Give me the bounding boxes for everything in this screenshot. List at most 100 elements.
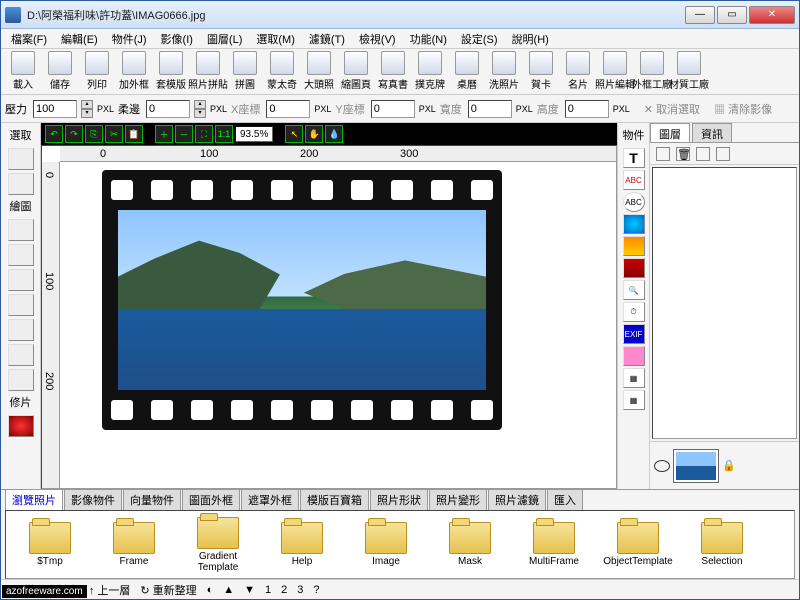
pressure-spinner[interactable]: ▴▾ bbox=[81, 100, 93, 118]
folder-Selection[interactable]: Selection bbox=[682, 522, 762, 567]
exif-tool[interactable]: EXIF bbox=[623, 324, 645, 344]
menu-object[interactable]: 物件(J) bbox=[106, 29, 153, 49]
menu-image[interactable]: 影像(I) bbox=[155, 29, 199, 49]
bottom-tab-1[interactable]: 影像物件 bbox=[64, 489, 122, 510]
maximize-button[interactable]: ▭ bbox=[717, 6, 747, 24]
toolbar-13[interactable]: 洗照片 bbox=[486, 51, 522, 91]
clone-tool[interactable] bbox=[8, 344, 34, 366]
lock-icon[interactable]: 🔒 bbox=[722, 459, 736, 472]
toolbar-2[interactable]: 列印 bbox=[79, 51, 115, 91]
y-input[interactable]: 0 bbox=[371, 100, 415, 118]
folder-$Tmp[interactable]: $Tmp bbox=[10, 522, 90, 567]
toolbar-4[interactable]: 套模版 bbox=[153, 51, 189, 91]
menu-view[interactable]: 檢視(V) bbox=[353, 29, 402, 49]
view-btn-1[interactable]: ◐ bbox=[207, 584, 214, 596]
magnifier-tool[interactable]: 🔍 bbox=[623, 280, 645, 300]
gradient-tool-1[interactable] bbox=[623, 236, 645, 256]
folder-Frame[interactable]: Frame bbox=[94, 522, 174, 567]
brush-tool[interactable] bbox=[8, 244, 34, 266]
line-tool[interactable] bbox=[8, 369, 34, 391]
zoom-out-button[interactable]: － bbox=[175, 125, 193, 143]
canvas[interactable]: 0 100 200 300 0 100 200 bbox=[41, 145, 617, 489]
toolbar-10[interactable]: 寫真書 bbox=[375, 51, 411, 91]
toolbar-7[interactable]: 蒙太奇 bbox=[264, 51, 300, 91]
clock-tool[interactable]: ⏱ bbox=[623, 302, 645, 322]
help-button[interactable]: ? bbox=[313, 584, 319, 596]
soft-spinner[interactable]: ▴▾ bbox=[194, 100, 206, 118]
bottom-tab-5[interactable]: 模版百寶箱 bbox=[300, 489, 369, 510]
menu-filter[interactable]: 濾鏡(T) bbox=[303, 29, 351, 49]
zoom-in-button[interactable]: ＋ bbox=[155, 125, 173, 143]
redeye-tool[interactable] bbox=[8, 415, 34, 437]
toolbar-9[interactable]: 縮圖頁 bbox=[338, 51, 374, 91]
tab-layers[interactable]: 圖層 bbox=[650, 123, 690, 142]
toolbar-6[interactable]: 拼圖 bbox=[227, 51, 263, 91]
layers-list[interactable] bbox=[652, 167, 797, 439]
table-tool[interactable]: ▦ bbox=[623, 390, 645, 410]
toolbar-1[interactable]: 儲存 bbox=[42, 51, 78, 91]
menu-layer[interactable]: 圖層(L) bbox=[201, 29, 248, 49]
bottom-tab-0[interactable]: 瀏覽照片 bbox=[5, 489, 63, 510]
w-input[interactable]: 0 bbox=[468, 100, 512, 118]
size-btn-2[interactable]: 2 bbox=[281, 584, 287, 596]
toolbar-14[interactable]: 賀卡 bbox=[523, 51, 559, 91]
paste-button[interactable]: 📋 bbox=[125, 125, 143, 143]
fit-button[interactable]: ⛶ bbox=[195, 125, 213, 143]
minimize-button[interactable]: ― bbox=[685, 6, 715, 24]
folder-ObjectTemplate[interactable]: ObjectTemplate bbox=[598, 522, 678, 567]
copy-button[interactable]: ⎘ bbox=[85, 125, 103, 143]
folder-Gradient Template[interactable]: Gradient Template bbox=[178, 517, 258, 573]
menu-help[interactable]: 說明(H) bbox=[506, 29, 555, 49]
menu-settings[interactable]: 設定(S) bbox=[455, 29, 504, 49]
menu-select[interactable]: 選取(M) bbox=[250, 29, 301, 49]
rect-select-tool[interactable] bbox=[8, 148, 34, 170]
new-layer-button[interactable] bbox=[656, 147, 670, 161]
x-input[interactable]: 0 bbox=[266, 100, 310, 118]
toolbar-0[interactable]: 載入 bbox=[5, 51, 41, 91]
close-button[interactable]: ✕ bbox=[749, 6, 795, 24]
actual-button[interactable]: 1:1 bbox=[215, 125, 233, 143]
folder-Help[interactable]: Help bbox=[262, 522, 342, 567]
marker-tool[interactable] bbox=[8, 269, 34, 291]
size-btn-1[interactable]: 1 bbox=[265, 584, 271, 596]
bottom-tab-9[interactable]: 匯入 bbox=[547, 489, 583, 510]
bottom-tab-4[interactable]: 遮罩外框 bbox=[241, 489, 299, 510]
toolbar-16[interactable]: 照片編輯 bbox=[597, 51, 633, 91]
toolbar-3[interactable]: 加外框 bbox=[116, 51, 152, 91]
bottom-tab-3[interactable]: 圖面外框 bbox=[182, 489, 240, 510]
bottom-tab-8[interactable]: 照片濾鏡 bbox=[488, 489, 546, 510]
folder-Mask[interactable]: Mask bbox=[430, 522, 510, 567]
view-btn-3[interactable]: ▼ bbox=[244, 584, 255, 596]
layer-row[interactable]: 🔒 bbox=[650, 441, 799, 489]
h-input[interactable]: 0 bbox=[565, 100, 609, 118]
layer-up-button[interactable] bbox=[696, 147, 710, 161]
toolbar-5[interactable]: 照片拼貼 bbox=[190, 51, 226, 91]
menu-edit[interactable]: 編輯(E) bbox=[55, 29, 104, 49]
tab-info[interactable]: 資訊 bbox=[692, 123, 732, 142]
eraser-tool[interactable] bbox=[8, 294, 34, 316]
abc-tool-1[interactable]: ABC bbox=[623, 170, 645, 190]
bottom-tab-2[interactable]: 向量物件 bbox=[123, 489, 181, 510]
hand-tool[interactable]: ✋ bbox=[305, 125, 323, 143]
grid-tool-1[interactable] bbox=[623, 346, 645, 366]
up-folder-button[interactable]: ↑ 上一層 bbox=[89, 582, 131, 598]
toolbar-15[interactable]: 名片 bbox=[560, 51, 596, 91]
delete-layer-button[interactable]: 🗑 bbox=[676, 147, 690, 161]
pressure-input[interactable]: 100 bbox=[33, 100, 77, 118]
bottom-tab-7[interactable]: 照片變形 bbox=[429, 489, 487, 510]
zoom-display[interactable]: 93.5% bbox=[235, 126, 273, 142]
layer-down-button[interactable] bbox=[716, 147, 730, 161]
undo-button[interactable]: ↶ bbox=[45, 125, 63, 143]
abc-tool-2[interactable]: ABC bbox=[623, 192, 645, 212]
toolbar-12[interactable]: 桌曆 bbox=[449, 51, 485, 91]
cut-button[interactable]: ✂ bbox=[105, 125, 123, 143]
toolbar-17[interactable]: 外框工廠 bbox=[634, 51, 670, 91]
pointer-tool[interactable]: ↖ bbox=[285, 125, 303, 143]
toolbar-18[interactable]: 材質工廠 bbox=[671, 51, 707, 91]
redo-button[interactable]: ↷ bbox=[65, 125, 83, 143]
toolbar-11[interactable]: 撲克牌 bbox=[412, 51, 448, 91]
gradient-tool-2[interactable] bbox=[623, 258, 645, 278]
folder-Image[interactable]: Image bbox=[346, 522, 426, 567]
text-tool[interactable]: T bbox=[623, 148, 645, 168]
size-btn-3[interactable]: 3 bbox=[297, 584, 303, 596]
